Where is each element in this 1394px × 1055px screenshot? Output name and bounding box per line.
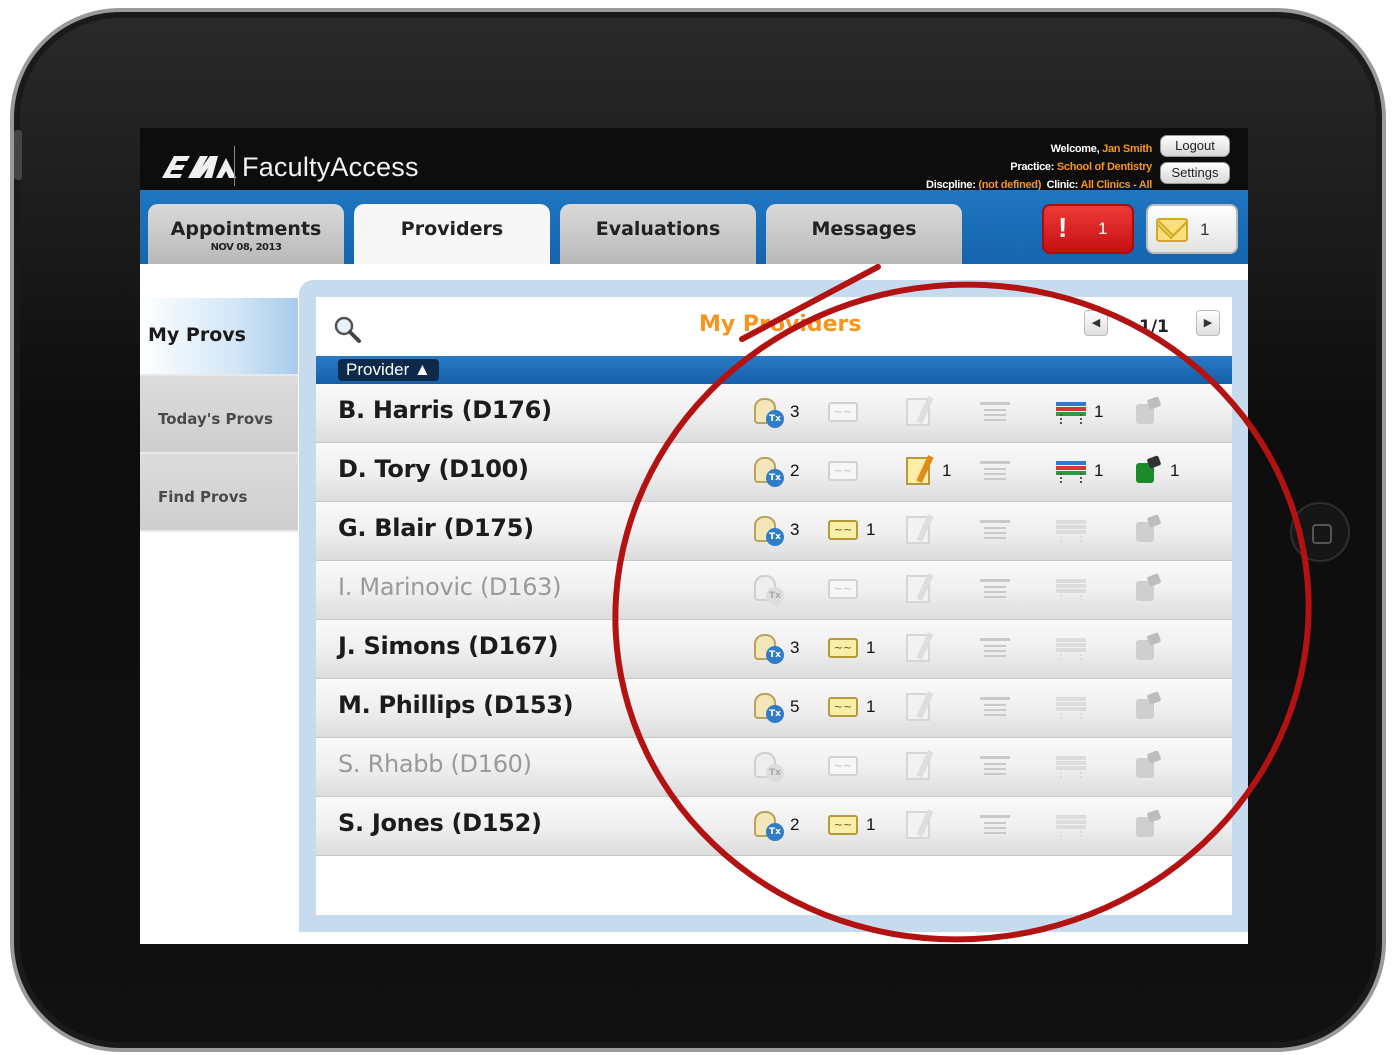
envelope-icon	[1156, 218, 1188, 242]
tab-appointments-label: Appointments	[170, 218, 322, 240]
messages-count: 1	[1200, 220, 1210, 239]
subnav-my-provs[interactable]: My Provs	[140, 298, 298, 376]
tab-messages[interactable]: Messages	[766, 204, 962, 264]
tab-messages-label: Messages	[811, 218, 917, 240]
logo-divider	[234, 146, 235, 186]
provider-name[interactable]: G. Blair (D175)	[338, 514, 534, 542]
alerts-count: 1	[1098, 219, 1108, 238]
session-info: Welcome, Jan Smith Practice: School of D…	[926, 140, 1152, 194]
subnav-find-provs[interactable]: Find Provs	[140, 454, 298, 532]
tab-evaluations-label: Evaluations	[595, 218, 721, 240]
provider-name[interactable]: S. Jones (D152)	[338, 809, 542, 837]
subnav-todays-provs[interactable]: Today's Provs	[140, 376, 298, 454]
welcome-user: Jan Smith	[1102, 143, 1152, 155]
sort-provider-button[interactable]: Provider ▲	[338, 359, 439, 381]
side-button	[14, 130, 22, 180]
tab-evaluations[interactable]: Evaluations	[560, 204, 756, 264]
home-square-icon	[1312, 524, 1332, 544]
app-title: FacultyAccess	[242, 152, 419, 182]
tab-providers-label: Providers	[400, 218, 504, 240]
settings-button[interactable]: Settings	[1160, 162, 1230, 184]
tab-appointments[interactable]: Appointments NOV 08, 2013	[148, 204, 344, 264]
provider-name[interactable]: I. Marinovic (D163)	[338, 573, 562, 601]
provider-name[interactable]: J. Simons (D167)	[338, 632, 559, 660]
provider-name[interactable]: M. Phillips (D153)	[338, 691, 574, 719]
provider-subnav: My Provs Today's Provs Find Provs	[140, 298, 300, 532]
practice-value: School of Dentistry	[1056, 161, 1152, 173]
welcome-label: Welcome,	[1050, 143, 1100, 155]
provider-name[interactable]: D. Tory (D100)	[338, 455, 529, 483]
tab-providers[interactable]: Providers	[354, 204, 550, 264]
tab-appointments-date: NOV 08, 2013	[210, 242, 282, 253]
provider-name[interactable]: B. Harris (D176)	[338, 396, 552, 424]
app-header: FacultyAccess Welcome, Jan Smith Practic…	[140, 128, 1248, 198]
logout-button[interactable]: Logout	[1160, 135, 1230, 157]
next-page-button[interactable]: ▶	[1196, 310, 1220, 336]
alert-icon: !	[1058, 212, 1068, 243]
logo	[162, 156, 236, 178]
alerts-button[interactable]: ! 1	[1042, 204, 1134, 254]
messages-button[interactable]: 1	[1146, 204, 1238, 254]
provider-name[interactable]: S. Rhabb (D160)	[338, 750, 532, 778]
search-icon[interactable]	[332, 314, 362, 344]
practice-label: Practice:	[1010, 161, 1055, 173]
